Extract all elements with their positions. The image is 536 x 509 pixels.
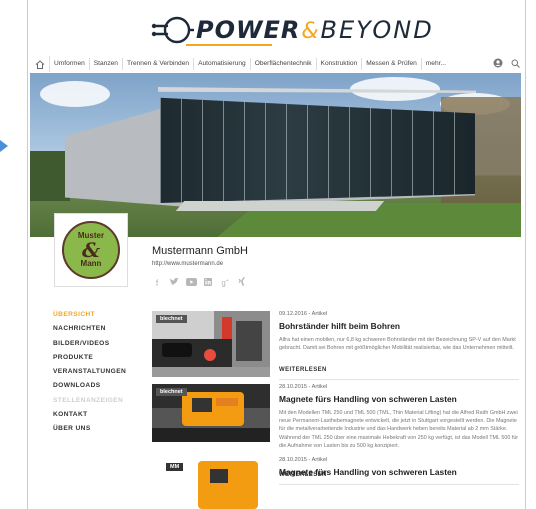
nav-item-umformen[interactable]: Umformen (50, 58, 90, 70)
xing-icon[interactable] (237, 277, 247, 288)
sidebar-item-stellenanzeigen: STELLENANZEIGEN (53, 396, 124, 404)
facebook-icon[interactable]: f (152, 278, 162, 288)
pointer-arrow-icon (0, 140, 8, 152)
read-more-link[interactable]: WEITERLESEN (279, 367, 327, 373)
logo-beyond-text: BEYOND (320, 16, 434, 44)
article-title[interactable]: Bohrständer hilft beim Bohren (279, 321, 400, 331)
logo-underline (186, 44, 272, 46)
youtube-icon[interactable] (186, 277, 197, 288)
nav-item-mehr[interactable]: mehr... (422, 58, 450, 70)
article-title[interactable]: Magnete fürs Handling von schweren Laste… (279, 467, 457, 477)
nav-item-automatisierung[interactable]: Automatisierung (194, 58, 251, 70)
sidebar-item-uebersicht[interactable]: ÜBERSICHT (53, 308, 143, 322)
plug-logo-icon (150, 15, 194, 45)
frame-border-right (525, 0, 526, 509)
article-teaser: Alfra hat einen mobilen, nur 6,8 kg schw… (279, 337, 516, 352)
article-teaser: Mit den Modellen TML 250 und TML 500 (TM… (279, 410, 519, 449)
article-item: blechnet 28.10.2015 - Artikel Magnete fü… (152, 384, 522, 485)
search-icon[interactable] (511, 59, 520, 70)
article-source-badge: blechnet (156, 315, 187, 323)
sidebar-item-produkte[interactable]: PRODUKTE (53, 351, 143, 365)
user-icon[interactable] (493, 58, 503, 70)
article-item: blechnet 09.12.2016 - Artikel Bohrstände… (152, 311, 522, 381)
company-url-link[interactable]: http://www.mustermann.de (152, 261, 223, 267)
sidebar-item-veranstaltungen[interactable]: VERANSTALTUNGEN (53, 365, 143, 379)
article-title[interactable]: Magnete fürs Handling von schweren Laste… (279, 394, 457, 404)
company-name: Mustermann GmbH (152, 245, 248, 257)
home-icon[interactable] (30, 56, 50, 72)
article-item: MM 28.10.2015 - Artikel Magnete fürs Han… (152, 457, 522, 509)
article-thumbnail[interactable]: blechnet (152, 311, 270, 377)
nav-item-oberflaechentechnik[interactable]: Oberflächentechnik (251, 58, 317, 70)
sidebar-item-ueber-uns[interactable]: ÜBER UNS (53, 422, 143, 436)
article-meta: 09.12.2016 - Artikel (279, 311, 328, 317)
twitter-icon[interactable] (169, 277, 179, 288)
article-source-badge: blechnet (156, 388, 187, 396)
linkedin-icon[interactable] (203, 277, 213, 288)
article-meta: 28.10.2015 - Artikel (279, 384, 328, 390)
article-source-badge: MM (166, 463, 184, 471)
sidebar-item-bilder-videos[interactable]: BILDER/VIDEOS (53, 337, 143, 351)
company-logo: Muster & Mann (54, 213, 128, 287)
company-logo-amp-text: & (81, 238, 101, 262)
logo-power-text: POWER (196, 16, 301, 44)
nav-item-trennen-verbinden[interactable]: Trennen & Verbinden (123, 58, 195, 70)
article-meta: 28.10.2015 - Artikel (279, 457, 328, 463)
frame-border-left (27, 0, 28, 509)
social-links: f g+ (152, 277, 247, 288)
nav-item-konstruktion[interactable]: Konstruktion (317, 58, 363, 70)
sidebar-item-downloads[interactable]: DOWNLOADS (53, 379, 143, 393)
nav-item-stanzen[interactable]: Stanzen (90, 58, 123, 70)
article-divider (279, 379, 519, 380)
googleplus-icon[interactable]: g+ (220, 278, 230, 288)
sidebar-item-nachrichten[interactable]: NACHRICHTEN (53, 322, 143, 336)
sidebar-item-kontakt[interactable]: KONTAKT (53, 408, 143, 422)
company-sidebar-nav: ÜBERSICHT NACHRICHTEN BILDER/VIDEOS PROD… (53, 308, 143, 437)
main-nav: Umformen Stanzen Trennen & Verbinden Aut… (30, 56, 524, 72)
company-logo-bottom-text: Mann (80, 259, 102, 268)
article-thumbnail[interactable]: MM (152, 457, 270, 509)
article-thumbnail[interactable]: blechnet (152, 384, 270, 442)
logo-amp-text: & (301, 19, 320, 44)
nav-item-messen-pruefen[interactable]: Messen & Prüfen (362, 58, 422, 70)
